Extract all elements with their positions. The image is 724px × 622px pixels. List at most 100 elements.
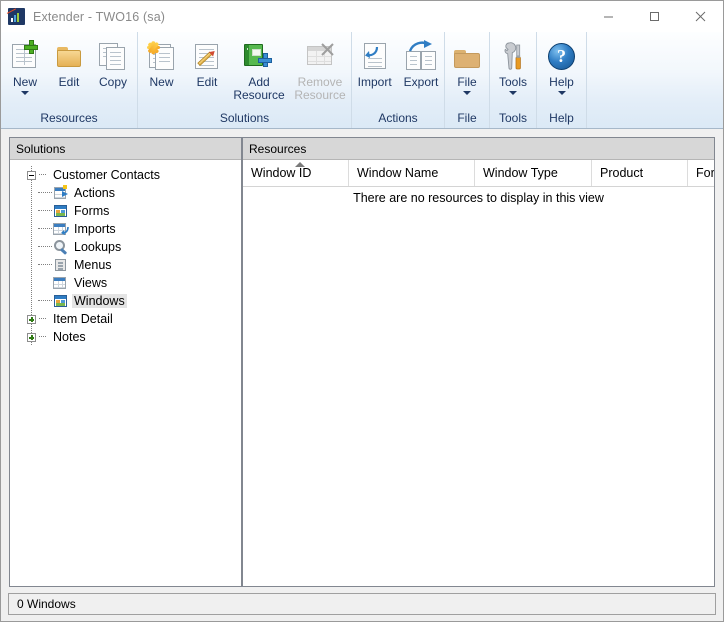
button-label: Add Resource [233, 75, 285, 102]
tree-item-actions[interactable]: Actions [10, 184, 241, 202]
group-label: Actions [378, 111, 418, 125]
file-menu-button[interactable]: File [446, 35, 488, 95]
tree-item-views[interactable]: Views [10, 274, 241, 292]
tree-item-label: Customer Contacts [53, 168, 160, 182]
tree-item-forms[interactable]: Forms [10, 202, 241, 220]
group-label: Solutions [219, 111, 270, 125]
expand-icon[interactable] [27, 314, 36, 324]
tree-item-item-detail[interactable]: Item Detail [10, 310, 241, 328]
column-label: Window Type [483, 166, 558, 180]
minimize-button[interactable] [585, 1, 631, 32]
new-resource-button[interactable]: New [3, 35, 47, 95]
button-label: Remove Resource [294, 75, 346, 102]
button-label: New [12, 75, 37, 89]
solutions-panel: Solutions Customer Contacts Actions Form… [9, 137, 242, 587]
import-arrow-icon [359, 38, 391, 74]
tree-item-label: Notes [53, 330, 86, 344]
actions-icon [53, 185, 69, 201]
panel-title: Solutions [16, 141, 66, 156]
tree-item-imports[interactable]: Imports [10, 220, 241, 238]
status-bar: 0 Windows [8, 593, 716, 615]
column-label: For [696, 166, 714, 180]
button-label: Copy [98, 75, 127, 89]
solutions-tree: Customer Contacts Actions Forms Imports … [10, 160, 241, 346]
remove-resource-grid-icon [304, 38, 336, 74]
tree-item-customer-contacts[interactable]: Customer Contacts [10, 166, 241, 184]
column-header-window-name[interactable]: Window Name [349, 160, 475, 186]
column-label: Window Name [357, 166, 439, 180]
imports-icon [53, 221, 69, 237]
edit-solution-button[interactable]: Edit [185, 35, 229, 89]
resources-panel-header: Resources [243, 138, 714, 160]
ribbon-group-tools: Tools Tools [489, 32, 536, 128]
ribbon-group-solutions: New Edit Add Resource Remove Resource So… [137, 32, 351, 128]
help-menu-button[interactable]: ? Help [540, 35, 584, 95]
tree-item-menus[interactable]: Menus [10, 256, 241, 274]
tree-item-label: Lookups [74, 240, 122, 254]
column-header-window-id[interactable]: Window ID [243, 160, 349, 186]
button-label: New [149, 75, 174, 89]
chevron-down-icon[interactable] [509, 91, 517, 95]
add-resource-book-icon [243, 38, 275, 74]
new-solution-button[interactable]: New [138, 35, 185, 89]
windows-icon [53, 293, 69, 309]
button-label: Tools [498, 75, 527, 89]
button-label: Edit [196, 75, 218, 89]
tree-item-label: Forms [74, 204, 110, 218]
tools-menu-button[interactable]: Tools [491, 35, 535, 95]
folder-icon [53, 38, 85, 74]
import-button[interactable]: Import [352, 35, 398, 89]
window-controls [585, 1, 723, 32]
maximize-button[interactable] [631, 1, 677, 32]
chevron-down-icon[interactable] [21, 91, 29, 95]
tree-item-windows[interactable]: Windows [10, 292, 241, 310]
column-label: Product [600, 166, 644, 180]
tree-item-label: Windows [72, 294, 127, 308]
solutions-panel-header: Solutions [10, 138, 241, 160]
export-button[interactable]: Export [398, 35, 445, 89]
button-label: Edit [58, 75, 80, 89]
tree-item-lookups[interactable]: Lookups [10, 238, 241, 256]
chevron-down-icon[interactable] [557, 91, 566, 95]
edit-pencil-icon [191, 38, 223, 74]
tree-item-label: Actions [74, 186, 115, 200]
add-resource-button[interactable]: Add Resource [229, 35, 289, 102]
panel-title: Resources [249, 141, 307, 156]
resources-column-headers: Window ID Window Name Window Type Produc… [243, 160, 714, 187]
column-header-product[interactable]: Product [592, 160, 688, 186]
new-solution-star-icon [146, 38, 178, 74]
close-button[interactable] [677, 1, 723, 32]
column-header-window-type[interactable]: Window Type [475, 160, 592, 186]
ribbon-group-resources: New Edit Copy Resources [1, 32, 137, 128]
title-bar: Extender - TWO16 (sa) [1, 1, 723, 32]
ribbon-group-help: ? Help Help [536, 32, 586, 128]
remove-resource-button[interactable]: Remove Resource [289, 35, 351, 102]
empty-state-message: There are no resources to display in thi… [353, 191, 604, 205]
sort-ascending-icon [295, 162, 305, 167]
ribbon-toolbar: New Edit Copy Resources New Edit Add Res… [1, 32, 723, 129]
expand-icon[interactable] [27, 332, 36, 342]
chart-icon [6, 8, 25, 25]
chevron-down-icon[interactable] [463, 91, 471, 95]
ribbon-group-file: File File [444, 32, 489, 128]
tree-item-label: Views [74, 276, 108, 290]
resources-panel: Resources Window ID Window Name Window T… [243, 137, 715, 587]
group-label: Tools [498, 111, 527, 125]
tools-wrench-screwdriver-icon [497, 38, 529, 74]
collapse-icon[interactable] [27, 170, 36, 180]
tree-item-notes[interactable]: Notes [10, 328, 241, 346]
column-header-form[interactable]: For [688, 160, 714, 186]
edit-resource-button[interactable]: Edit [47, 35, 91, 89]
extender-window: Extender - TWO16 (sa) New Edit Copy Reso… [0, 0, 724, 622]
window-title: Extender - TWO16 (sa) [33, 9, 166, 24]
forms-icon [53, 203, 69, 219]
button-label: Help [549, 75, 574, 89]
ribbon-group-actions: Import Export Actions [351, 32, 444, 128]
menus-icon [53, 257, 69, 273]
button-label: Export [403, 75, 439, 89]
status-text: 0 Windows [17, 597, 76, 611]
lookups-magnifier-icon [53, 239, 69, 255]
copy-resource-button[interactable]: Copy [91, 35, 135, 89]
help-question-icon: ? [546, 38, 578, 74]
button-label: File [457, 75, 477, 89]
